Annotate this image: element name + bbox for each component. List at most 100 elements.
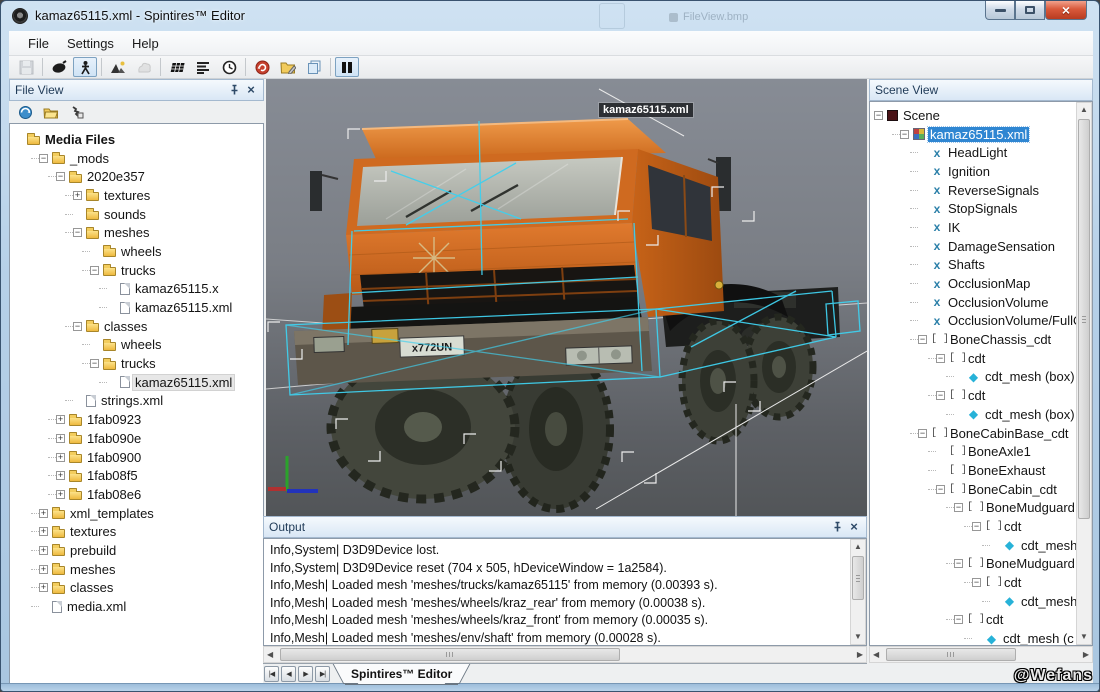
rock-icon[interactable] — [132, 57, 156, 77]
save-icon[interactable] — [14, 57, 38, 77]
tree-item-scene[interactable]: −Scene — [870, 106, 1092, 125]
scene-scroll-thumb[interactable] — [1078, 119, 1090, 519]
scroll-right-icon[interactable]: ▶ — [1083, 651, 1089, 659]
tree-item-1fab0900[interactable]: +1fab0900 — [10, 448, 263, 467]
expand-icon[interactable]: + — [39, 546, 48, 555]
tree-item-textures[interactable]: +textures — [10, 186, 263, 205]
expand-icon[interactable]: + — [39, 509, 48, 518]
scroll-up-icon[interactable]: ▲ — [851, 543, 865, 551]
pin-icon[interactable] — [227, 83, 241, 97]
tree-item-prebuild[interactable]: +prebuild — [10, 541, 263, 560]
tree-item-strings-xml[interactable]: strings.xml — [10, 392, 263, 411]
collapse-icon[interactable]: − — [90, 266, 99, 275]
tree-item-boneaxle1[interactable]: [ ]BoneAxle1 — [870, 442, 1092, 461]
expand-icon[interactable]: + — [56, 471, 65, 480]
minimize-button[interactable] — [985, 1, 1015, 20]
tree-item-textures[interactable]: +textures — [10, 522, 263, 541]
clock-icon[interactable] — [217, 57, 241, 77]
tree-item-ik[interactable]: xIK — [870, 218, 1092, 237]
tree-item-damagesensation[interactable]: xDamageSensation — [870, 237, 1092, 256]
tree-item-shafts[interactable]: xShafts — [870, 256, 1092, 275]
scene-view-header[interactable]: Scene View — [869, 79, 1093, 101]
scroll-down-icon[interactable]: ▼ — [851, 633, 865, 641]
scroll-up-icon[interactable]: ▲ — [1077, 106, 1091, 114]
output-log[interactable]: Info,System| D3D9Device lost.Info,System… — [263, 538, 867, 646]
tree-item-ignition[interactable]: xIgnition — [870, 162, 1092, 181]
reload-red-icon[interactable] — [250, 57, 274, 77]
refresh-globe-icon[interactable] — [13, 102, 37, 122]
title-bar[interactable]: FileView.bmp kamaz65115.xml - Spintires™… — [1, 1, 1100, 31]
tree-item-kamaz65115-xml[interactable]: kamaz65115.xml — [10, 298, 263, 317]
collapse-icon[interactable]: − — [936, 391, 945, 400]
tree-item-1fab08e6[interactable]: +1fab08e6 — [10, 485, 263, 504]
collapse-icon[interactable]: − — [874, 111, 883, 120]
tree-item-xml-templates[interactable]: +xml_templates — [10, 504, 263, 523]
collapse-icon[interactable]: − — [56, 172, 65, 181]
tree-item-1fab0923[interactable]: +1fab0923 — [10, 410, 263, 429]
menu-item-help[interactable]: Help — [123, 33, 168, 54]
tree-item-cdt-mesh[interactable]: ◆cdt_mesh — [870, 592, 1092, 611]
tree-item-cdt[interactable]: −[ ]cdt — [870, 386, 1092, 405]
file-view-header[interactable]: File View × — [9, 79, 264, 101]
tree-item-occlusionvolume-fullo[interactable]: xOcclusionVolume/FullO — [870, 312, 1092, 331]
tree-item-2020e357[interactable]: −2020e357 — [10, 167, 263, 186]
close-panel-icon[interactable]: × — [244, 83, 258, 97]
expand-icon[interactable]: + — [56, 415, 65, 424]
collapse-icon[interactable]: − — [900, 130, 909, 139]
tab-last-button[interactable]: ▶| — [315, 666, 330, 682]
viewport-3d[interactable]: x772UN — [266, 79, 867, 516]
tree-item-kamaz65115-xml[interactable]: −kamaz65115.xml — [870, 125, 1092, 144]
expand-icon[interactable]: + — [39, 583, 48, 592]
close-button[interactable]: × — [1045, 1, 1087, 20]
tree-item-cdt[interactable]: −[ ]cdt — [870, 611, 1092, 630]
collapse-icon[interactable]: − — [90, 359, 99, 368]
scroll-left-icon[interactable]: ◀ — [873, 651, 879, 659]
tree-item-media-xml[interactable]: media.xml — [10, 597, 263, 616]
tree-item-occlusionmap[interactable]: xOcclusionMap — [870, 274, 1092, 293]
collapse-icon[interactable]: − — [936, 354, 945, 363]
collapse-icon[interactable]: − — [39, 154, 48, 163]
export-icon[interactable] — [65, 102, 89, 122]
tree-item-cdt-mesh-c[interactable]: ◆cdt_mesh (c — [870, 629, 1092, 646]
tree-item-bonecabin-cdt[interactable]: −[ ]BoneCabin_cdt — [870, 480, 1092, 499]
tree-item-cdt[interactable]: −[ ]cdt — [870, 517, 1092, 536]
close-panel-icon[interactable]: × — [847, 520, 861, 534]
maximize-button[interactable] — [1015, 1, 1045, 20]
tree-item-cdt[interactable]: −[ ]cdt — [870, 349, 1092, 368]
tree-item-meshes[interactable]: +meshes — [10, 560, 263, 579]
tree-item-kamaz65115-xml[interactable]: kamaz65115.xml — [10, 373, 263, 392]
tree-item-cdt[interactable]: −[ ]cdt — [870, 573, 1092, 592]
scroll-right-icon[interactable]: ▶ — [857, 651, 863, 659]
list-icon[interactable] — [191, 57, 215, 77]
tree-item-sounds[interactable]: sounds — [10, 205, 263, 224]
expand-icon[interactable]: + — [56, 453, 65, 462]
expand-icon[interactable]: + — [56, 490, 65, 499]
tree-item-bonecabinbase-cdt[interactable]: −[ ]BoneCabinBase_cdt — [870, 424, 1092, 443]
expand-icon[interactable]: + — [39, 565, 48, 574]
tree-item-cdt-mesh-box-[interactable]: ◆cdt_mesh (box) — [870, 405, 1092, 424]
pin-icon[interactable] — [830, 520, 844, 534]
tab-first-button[interactable]: |◀ — [264, 666, 279, 682]
output-vertical-scrollbar[interactable]: ▲ ▼ — [850, 539, 866, 645]
tree-item-classes[interactable]: −classes — [10, 317, 263, 336]
tree-item-meshes[interactable]: −meshes — [10, 223, 263, 242]
tree-item-bonemudguard[interactable]: −[ ]BoneMudguard — [870, 498, 1092, 517]
tree-item-occlusionvolume[interactable]: xOcclusionVolume — [870, 293, 1092, 312]
tree-item-boneexhaust[interactable]: [ ]BoneExhaust — [870, 461, 1092, 480]
expand-icon[interactable]: + — [73, 191, 82, 200]
tree-item-cdt-mesh[interactable]: ◆cdt_mesh — [870, 536, 1092, 555]
tree-item-kamaz65115-x[interactable]: kamaz65115.x — [10, 280, 263, 299]
tree-item-cdt-mesh-box-[interactable]: ◆cdt_mesh (box) — [870, 368, 1092, 387]
pause-icon[interactable] — [335, 57, 359, 77]
scroll-left-icon[interactable]: ◀ — [267, 651, 273, 659]
collapse-icon[interactable]: − — [954, 559, 963, 568]
menu-item-settings[interactable]: Settings — [58, 33, 123, 54]
expand-icon[interactable]: + — [56, 434, 65, 443]
open-folder-icon[interactable] — [39, 102, 63, 122]
tree-item-reversesignals[interactable]: xReverseSignals — [870, 181, 1092, 200]
output-scroll-thumb[interactable] — [852, 556, 864, 600]
tree-item-1fab08f5[interactable]: +1fab08f5 — [10, 466, 263, 485]
collapse-icon[interactable]: − — [73, 322, 82, 331]
collapse-icon[interactable]: − — [954, 503, 963, 512]
output-horizontal-scrollbar[interactable]: ◀ ▶ — [263, 646, 867, 663]
